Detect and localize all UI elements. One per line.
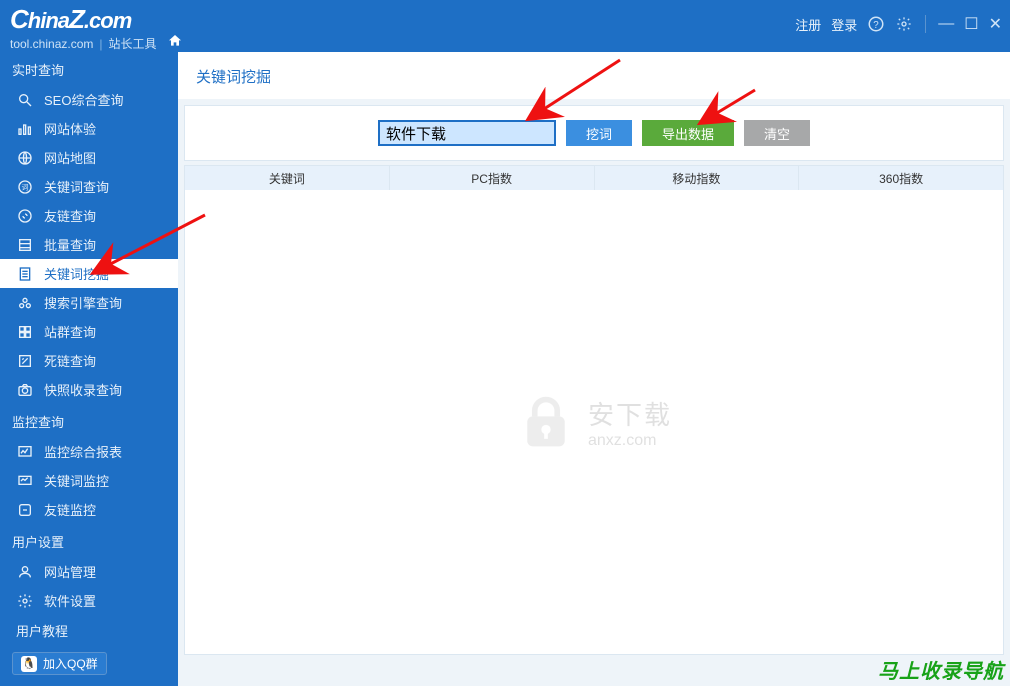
- results-table: 关键词 PC指数 移动指数 360指数 安下载 anxz.com: [184, 165, 1004, 655]
- sidebar-item-monitor-report[interactable]: 监控综合报表: [0, 437, 178, 466]
- chart-icon: [16, 120, 34, 138]
- sidebar-item-search-engine[interactable]: 搜索引擎查询: [0, 288, 178, 317]
- batch-icon: [16, 236, 34, 254]
- sidebar-item-friendlink[interactable]: 友链查询: [0, 201, 178, 230]
- link-icon: [16, 207, 34, 225]
- sidebar-item-label: 关键词查询: [44, 177, 109, 196]
- seo-icon: [16, 91, 34, 109]
- watermark-title: 安下载: [588, 395, 672, 432]
- sidebar-item-keyword-mining[interactable]: 关键词挖掘: [0, 259, 178, 288]
- sidebar-item-keyword-query[interactable]: 词 关键词查询: [0, 172, 178, 201]
- gear-icon[interactable]: [895, 15, 913, 33]
- sidebar-item-sitemap[interactable]: 网站地图: [0, 143, 178, 172]
- keyword-input[interactable]: [378, 120, 556, 146]
- svg-text:?: ?: [874, 20, 880, 31]
- sidebar-item-label: 友链监控: [44, 500, 96, 519]
- watermark-sub: anxz.com: [588, 432, 672, 450]
- keyword-monitor-icon: [16, 472, 34, 490]
- globe-icon: [16, 149, 34, 167]
- section-title-0: 实时查询: [0, 52, 178, 85]
- sidebar-item-label: 批量查询: [44, 235, 96, 254]
- sidebar-item-snapshot[interactable]: 快照收录查询: [0, 375, 178, 404]
- minimize-button[interactable]: —: [938, 15, 954, 33]
- divider: |: [99, 37, 102, 51]
- sidebar-item-label: 死链查询: [44, 351, 96, 370]
- sidebar-item-sitegroup[interactable]: 站群查询: [0, 317, 178, 346]
- lock-icon: [516, 392, 576, 452]
- watermark: 安下载 anxz.com: [516, 392, 672, 452]
- sidebar-item-app-settings[interactable]: 软件设置: [0, 586, 178, 615]
- close-button[interactable]: ✕: [989, 14, 1002, 34]
- header-right: 注册 登录 ? — ☐ ✕: [795, 14, 1002, 34]
- sidebar-item-site-mgmt[interactable]: 网站管理: [0, 557, 178, 586]
- svg-text:词: 词: [22, 183, 29, 191]
- sidebar-item-seo[interactable]: SEO综合查询: [0, 85, 178, 114]
- section-title-2: 用户设置: [0, 524, 178, 557]
- help-icon[interactable]: ?: [867, 15, 885, 33]
- sidebar-item-label: 网站地图: [44, 148, 96, 167]
- settings-icon: [16, 592, 34, 610]
- sidebar-item-label: 网站管理: [44, 562, 96, 581]
- section-title-1: 监控查询: [0, 404, 178, 437]
- sitegroup-icon: [16, 323, 34, 341]
- join-qq-button[interactable]: 🐧 加入QQ群: [12, 652, 107, 675]
- sidebar-item-label: 网站体验: [44, 119, 96, 138]
- export-button[interactable]: 导出数据: [642, 120, 734, 146]
- sidebar-item-deadlink[interactable]: 死链查询: [0, 346, 178, 375]
- page-title: 关键词挖掘: [178, 52, 1010, 99]
- sidebar-item-batch[interactable]: 批量查询: [0, 230, 178, 259]
- maximize-button[interactable]: ☐: [964, 14, 978, 34]
- sidebar-item-label: 站群查询: [44, 322, 96, 341]
- sidebar-item-label: 搜索引擎查询: [44, 293, 122, 312]
- sidebar-item-label: SEO综合查询: [44, 90, 123, 109]
- th-keyword[interactable]: 关键词: [185, 166, 390, 190]
- monitor-icon: [16, 443, 34, 461]
- sidebar-item-label: 关键词监控: [44, 471, 109, 490]
- sidebar-item-site-exp[interactable]: 网站体验: [0, 114, 178, 143]
- tutorial-link[interactable]: 用户教程: [0, 615, 178, 646]
- qq-label: 加入QQ群: [43, 655, 98, 672]
- promo-text: 马上收录导航: [878, 655, 1004, 684]
- register-link[interactable]: 注册: [795, 15, 821, 34]
- logo: ChinaZ.com: [10, 4, 183, 35]
- link-monitor-icon: [16, 501, 34, 519]
- keyword-icon: 词: [16, 178, 34, 196]
- sidebar-item-friendlink-monitor[interactable]: 友链监控: [0, 495, 178, 524]
- site-mgmt-icon: [16, 563, 34, 581]
- th-mobile-index[interactable]: 移动指数: [595, 166, 800, 190]
- app-header: ChinaZ.com tool.chinaz.com | 站长工具 注册 登录 …: [0, 0, 1010, 52]
- sidebar-item-label: 关键词挖掘: [44, 264, 109, 283]
- logo-block: ChinaZ.com tool.chinaz.com | 站长工具: [0, 0, 193, 54]
- main-content: 关键词挖掘 挖词 导出数据 清空 关键词 PC指数 移动指数 360指数 安下载…: [178, 52, 1010, 686]
- sidebar-item-keyword-monitor[interactable]: 关键词监控: [0, 466, 178, 495]
- th-360-index[interactable]: 360指数: [799, 166, 1003, 190]
- snapshot-icon: [16, 381, 34, 399]
- table-header-row: 关键词 PC指数 移动指数 360指数: [185, 166, 1003, 190]
- dig-button[interactable]: 挖词: [566, 120, 632, 146]
- sidebar-item-label: 友链查询: [44, 206, 96, 225]
- sidebar-item-label: 监控综合报表: [44, 442, 122, 461]
- separator: [925, 15, 926, 33]
- home-icon[interactable]: [167, 33, 183, 54]
- sub-label: 站长工具: [109, 35, 157, 52]
- search-engine-icon: [16, 294, 34, 312]
- qq-icon: 🐧: [21, 656, 37, 672]
- clear-button[interactable]: 清空: [744, 120, 810, 146]
- toolbar: 挖词 导出数据 清空: [184, 105, 1004, 161]
- login-link[interactable]: 登录: [831, 15, 857, 34]
- subdomain-text: tool.chinaz.com: [10, 37, 93, 51]
- sidebar-item-label: 快照收录查询: [44, 380, 122, 399]
- deadlink-icon: [16, 352, 34, 370]
- doc-icon: [16, 265, 34, 283]
- sidebar: 实时查询 SEO综合查询 网站体验 网站地图 词 关键词查询 友链查询 批量查询…: [0, 52, 178, 686]
- sidebar-item-label: 软件设置: [44, 591, 96, 610]
- th-pc-index[interactable]: PC指数: [390, 166, 595, 190]
- logo-subtitle: tool.chinaz.com | 站长工具: [10, 33, 183, 54]
